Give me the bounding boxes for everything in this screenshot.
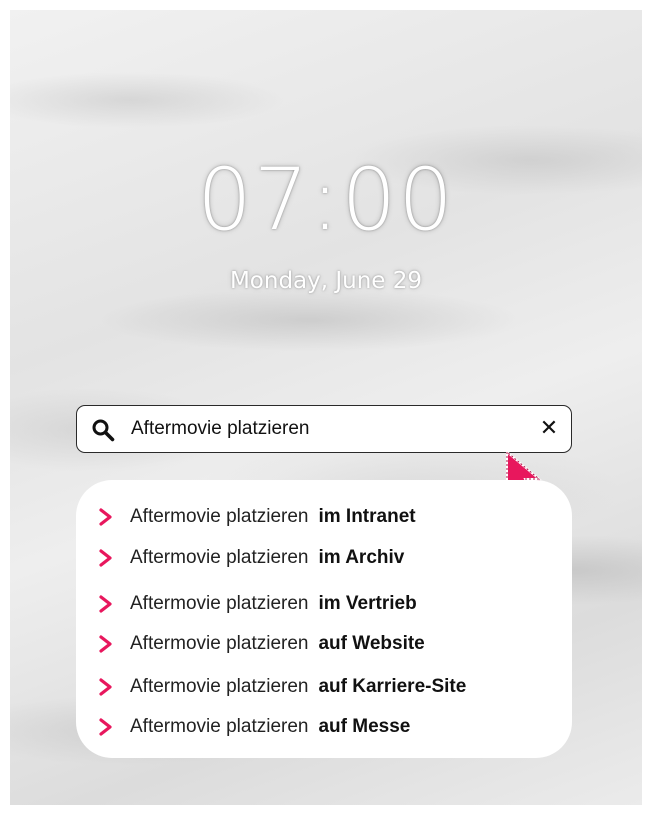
suggestion-suffix-text: im Intranet	[318, 506, 416, 527]
suggestion-item[interactable]: Aftermovie platzieren auf Messe	[98, 712, 558, 742]
search-input[interactable]: Aftermovie platzieren	[131, 418, 309, 440]
suggestion-item[interactable]: Aftermovie platzieren auf Karriere-Site	[98, 672, 558, 702]
suggestion-base-text: Aftermovie platzieren	[130, 716, 309, 737]
suggestion-base-text: Aftermovie platzieren	[130, 506, 309, 527]
suggestions-panel: Aftermovie platzieren im Intranet Afterm…	[76, 480, 572, 758]
suggestion-base-text: Aftermovie platzieren	[130, 593, 309, 614]
suggestion-item[interactable]: Aftermovie platzieren im Archiv	[98, 543, 558, 573]
suggestion-item[interactable]: Aftermovie platzieren im Vertrieb	[98, 589, 558, 619]
chevron-right-icon	[99, 635, 112, 653]
suggestion-item[interactable]: Aftermovie platzieren im Intranet	[98, 502, 558, 532]
chevron-right-icon	[99, 678, 112, 696]
suggestion-item[interactable]: Aftermovie platzieren auf Website	[98, 629, 558, 659]
suggestion-base-text: Aftermovie platzieren	[130, 633, 309, 654]
chevron-right-icon	[99, 595, 112, 613]
lockscreen-date: Monday, June 29	[229, 268, 423, 294]
chevron-right-icon	[99, 549, 112, 567]
close-icon[interactable]: ✕	[537, 417, 561, 441]
suggestion-base-text: Aftermovie platzieren	[130, 547, 309, 568]
suggestion-suffix-text: auf Website	[318, 633, 425, 654]
search-icon	[92, 419, 115, 442]
lockscreen-clock: 07:00	[197, 150, 455, 250]
chevron-right-icon	[99, 718, 112, 736]
suggestion-suffix-text: im Archiv	[318, 547, 405, 568]
suggestion-base-text: Aftermovie platzieren	[130, 676, 309, 697]
chevron-right-icon	[99, 508, 112, 526]
suggestion-suffix-text: auf Messe	[318, 716, 411, 737]
suggestion-suffix-text: auf Karriere-Site	[318, 676, 467, 697]
suggestion-suffix-text: im Vertrieb	[318, 593, 417, 614]
